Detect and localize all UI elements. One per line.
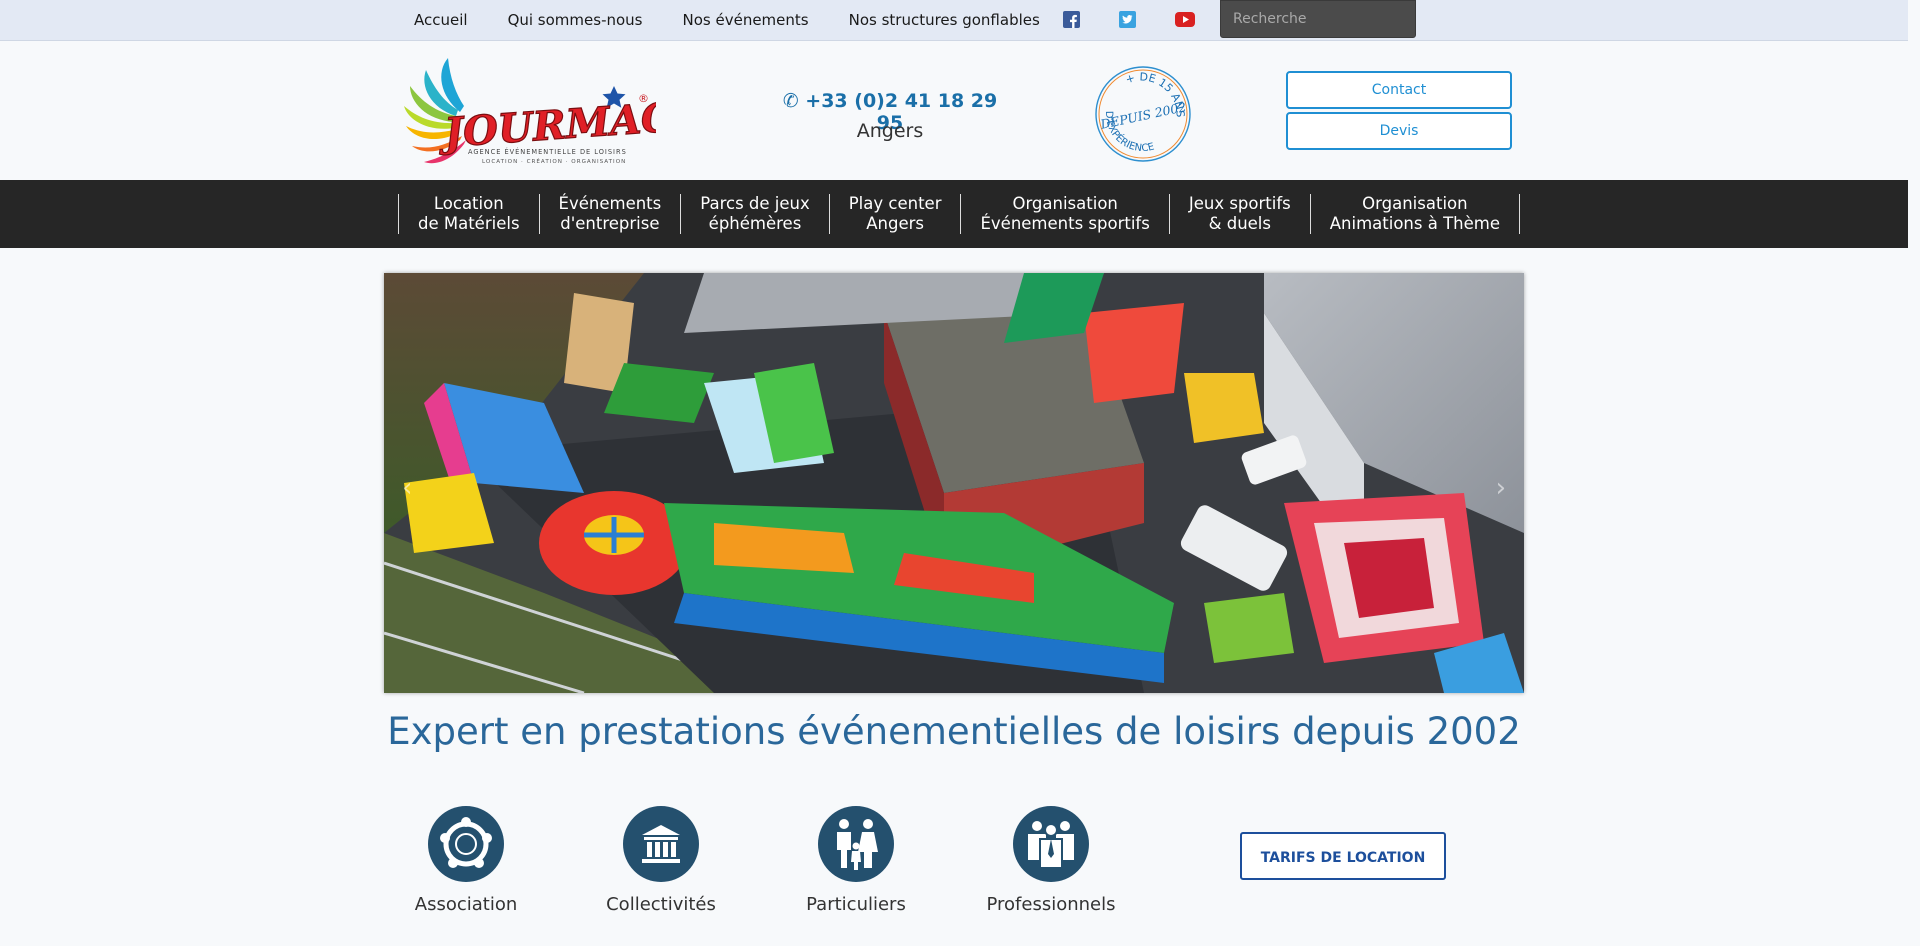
youtube-icon[interactable] <box>1175 11 1195 32</box>
main-menu-bar: Location de Matériels Événements d'entrepr… <box>0 180 1908 248</box>
top-nav-accueil[interactable]: Accueil <box>414 11 468 29</box>
people-circle-icon <box>428 806 504 882</box>
audience-label: Professionnels <box>986 894 1116 915</box>
audience-association[interactable]: Association <box>386 806 546 915</box>
main-menu: Location de Matériels Événements d'entrepr… <box>398 194 1520 234</box>
family-icon <box>818 806 894 882</box>
menu-item-parcs-de-jeux[interactable]: Parcs de jeux éphémères <box>681 194 830 234</box>
facebook-icon[interactable] <box>1063 11 1080 32</box>
jourmagic-logo[interactable]: ® JOURMAGIC AGENCE ÉVÉNEMENTIELLE DE LOI… <box>400 56 728 168</box>
twitter-icon[interactable] <box>1119 11 1136 32</box>
top-nav: Accueil Qui sommes-nous Nos événements N… <box>414 0 1080 40</box>
carousel-prev-icon[interactable]: ‹ <box>402 473 412 503</box>
hero-image <box>384 273 1524 693</box>
top-nav-evenements[interactable]: Nos événements <box>683 11 809 29</box>
menu-item-jeux-sportifs[interactable]: Jeux sportifs & duels <box>1170 194 1311 234</box>
devis-button[interactable]: Devis <box>1286 112 1512 150</box>
audience-label: Particuliers <box>806 894 906 915</box>
top-bar: Accueil Qui sommes-nous Nos événements N… <box>0 0 1908 41</box>
tarifs-location-button[interactable]: TARIFS DE LOCATION <box>1240 832 1446 880</box>
page-headline: Expert en prestations événementielles de… <box>387 710 1521 753</box>
menu-item-location[interactable]: Location de Matériels <box>399 194 540 234</box>
experience-stamp: + DE 15 ANS DEPUIS 2002 D'EXPÉRIENCE <box>1092 55 1198 164</box>
phone-icon: ✆ <box>782 90 799 112</box>
top-nav-qui-sommes-nous[interactable]: Qui sommes-nous <box>508 11 643 29</box>
menu-item-evenements-entreprise[interactable]: Événements d'entreprise <box>540 194 682 234</box>
menu-item-play-center[interactable]: Play center Angers <box>830 194 962 234</box>
logo-subline: LOCATION · CRÉATION · ORGANISATION <box>482 157 626 165</box>
audience-particuliers[interactable]: Particuliers <box>776 806 936 915</box>
menu-item-evenements-sportifs[interactable]: Organisation Événements sportifs <box>961 194 1170 234</box>
logo-tagline: AGENCE ÉVÉNEMENTIELLE DE LOISIRS <box>468 147 627 156</box>
top-nav-structures[interactable]: Nos structures gonflables <box>849 11 1040 29</box>
hero-carousel[interactable]: ‹ › <box>384 273 1524 693</box>
audience-professionnels[interactable]: Professionnels <box>971 806 1131 915</box>
menu-item-animations-theme[interactable]: Organisation Animations à Thème <box>1311 194 1520 234</box>
audience-label: Association <box>414 894 518 915</box>
building-columns-icon <box>623 806 699 882</box>
carousel-next-icon[interactable]: › <box>1496 473 1506 503</box>
audience-label: Collectivités <box>606 894 716 915</box>
contact-button[interactable]: Contact <box>1286 71 1512 109</box>
city-label: Angers <box>856 120 924 142</box>
audience-collectivites[interactable]: Collectivités <box>581 806 741 915</box>
business-people-icon <box>1013 806 1089 882</box>
search-input[interactable] <box>1220 0 1416 38</box>
